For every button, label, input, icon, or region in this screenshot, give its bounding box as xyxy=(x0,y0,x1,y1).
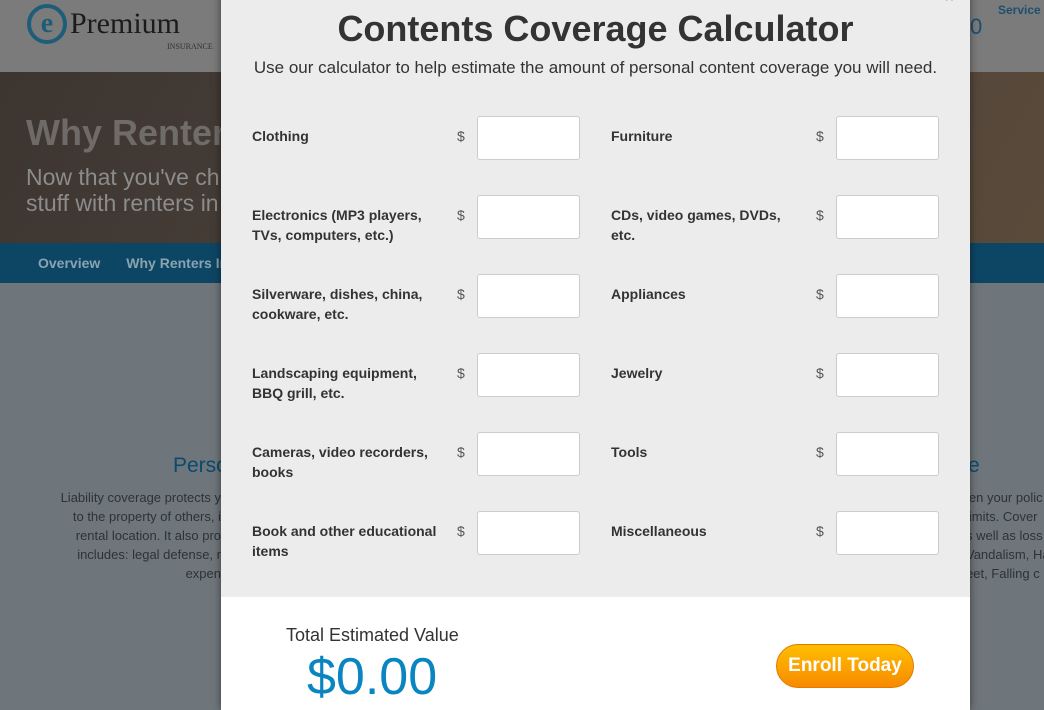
text-line: rental location. It also pro xyxy=(75,528,221,543)
currency-symbol: $ xyxy=(816,128,824,144)
calculator-field: Book and other educational items $ xyxy=(252,511,582,559)
field-label: Appliances xyxy=(611,286,686,302)
currency-symbol: $ xyxy=(457,444,465,460)
currency-symbol: $ xyxy=(457,207,465,223)
currency-symbol: $ xyxy=(457,523,465,539)
amount-input[interactable] xyxy=(477,511,580,555)
calculator-field: Tools $ xyxy=(611,432,941,476)
field-label: Landscaping equipment, BBQ grill, etc. xyxy=(252,365,417,401)
text-line: s well as loss xyxy=(966,528,1043,543)
calculator-field: Jewelry $ xyxy=(611,353,941,397)
total-value: $0.00 xyxy=(307,648,438,706)
service-link[interactable]: Service P xyxy=(998,3,1044,17)
field-label: Book and other educational items xyxy=(252,523,437,559)
field-label: Miscellaneous xyxy=(611,523,707,539)
currency-symbol: $ xyxy=(816,207,824,223)
amount-input[interactable] xyxy=(836,353,939,397)
close-icon[interactable]: × xyxy=(945,0,954,8)
amount-input[interactable] xyxy=(836,195,939,239)
text-line: limits. Cover xyxy=(966,509,1038,524)
section-title: Perso xyxy=(173,454,228,477)
amount-input[interactable] xyxy=(836,511,939,555)
amount-input[interactable] xyxy=(477,353,580,397)
field-label: Cameras, video recorders, books xyxy=(252,444,428,480)
logo-e-icon: e xyxy=(27,4,67,44)
hero-line: Now that you've ch xyxy=(26,164,220,190)
currency-symbol: $ xyxy=(816,365,824,381)
text-line: to the property of others, i xyxy=(72,509,221,524)
text-line: expen xyxy=(185,566,221,581)
amount-input[interactable] xyxy=(836,274,939,318)
amount-input[interactable] xyxy=(477,274,580,318)
field-label: CDs, video games, DVDs, etc. xyxy=(611,207,781,243)
currency-symbol: $ xyxy=(816,444,824,460)
text-line: Liability coverage protects y xyxy=(60,490,221,505)
calculator-modal: × Contents Coverage Calculator Use our c… xyxy=(221,0,970,710)
field-label: Furniture xyxy=(611,128,673,144)
calculator-field: Appliances $ xyxy=(611,274,941,318)
field-label: Electronics (MP3 players, TVs, computers… xyxy=(252,207,422,243)
enroll-today-button[interactable]: Enroll Today xyxy=(776,644,914,688)
field-label: Tools xyxy=(611,444,648,460)
modal-footer: Total Estimated Value $0.00 Enroll Today xyxy=(221,597,970,710)
text-line: Vandalism, Ha xyxy=(966,547,1044,562)
calculator-field: Furniture $ xyxy=(611,116,941,160)
field-label: Clothing xyxy=(252,128,309,144)
hero-title: Why Renters xyxy=(26,112,247,153)
text-line: includes: legal defense, r xyxy=(77,547,221,562)
amount-input[interactable] xyxy=(836,432,939,476)
hero-line: stuff with renters in xyxy=(26,190,219,216)
amount-input[interactable] xyxy=(836,116,939,160)
text-line: eet, Falling c xyxy=(966,566,1040,581)
nav-overview[interactable]: Overview xyxy=(38,255,100,271)
amount-input[interactable] xyxy=(477,195,580,239)
section-text: len your polic limits. Cover s well as l… xyxy=(966,488,1044,583)
modal-subtitle: Use our calculator to help estimate the … xyxy=(253,58,938,77)
amount-input[interactable] xyxy=(477,116,580,160)
logo[interactable]: e Premium INSURANCE xyxy=(27,4,213,51)
field-label: Jewelry xyxy=(611,365,663,381)
logo-subtext: INSURANCE xyxy=(167,42,213,51)
calculator-field: CDs, video games, DVDs, etc. $ xyxy=(611,195,941,243)
calculator-field: Electronics (MP3 players, TVs, computers… xyxy=(252,195,582,243)
logo-text: Premium xyxy=(70,7,180,40)
field-label: Silverware, dishes, china, cookware, etc… xyxy=(252,286,423,322)
currency-symbol: $ xyxy=(816,286,824,302)
calculator-field: Landscaping equipment, BBQ grill, etc. $ xyxy=(252,353,582,401)
header-fragment: 0 xyxy=(970,14,983,39)
calculator-field: Silverware, dishes, china, cookware, etc… xyxy=(252,274,582,322)
section-text: Liability coverage protects y to the pro… xyxy=(61,488,221,583)
text-line: len your polic xyxy=(966,490,1043,505)
amount-input[interactable] xyxy=(477,432,580,476)
hero-subtitle: Now that you've ch stuff with renters in xyxy=(26,164,220,216)
modal-title: Contents Coverage Calculator xyxy=(337,8,854,49)
calculator-field: Clothing $ xyxy=(252,116,582,160)
nav-why-renters[interactable]: Why Renters Ins xyxy=(126,255,236,271)
total-label: Total Estimated Value xyxy=(286,625,459,645)
currency-symbol: $ xyxy=(457,128,465,144)
currency-symbol: $ xyxy=(457,286,465,302)
calculator-field: Miscellaneous $ xyxy=(611,511,941,555)
currency-symbol: $ xyxy=(457,365,465,381)
calculator-field: Cameras, video recorders, books $ xyxy=(252,432,582,480)
currency-symbol: $ xyxy=(816,523,824,539)
